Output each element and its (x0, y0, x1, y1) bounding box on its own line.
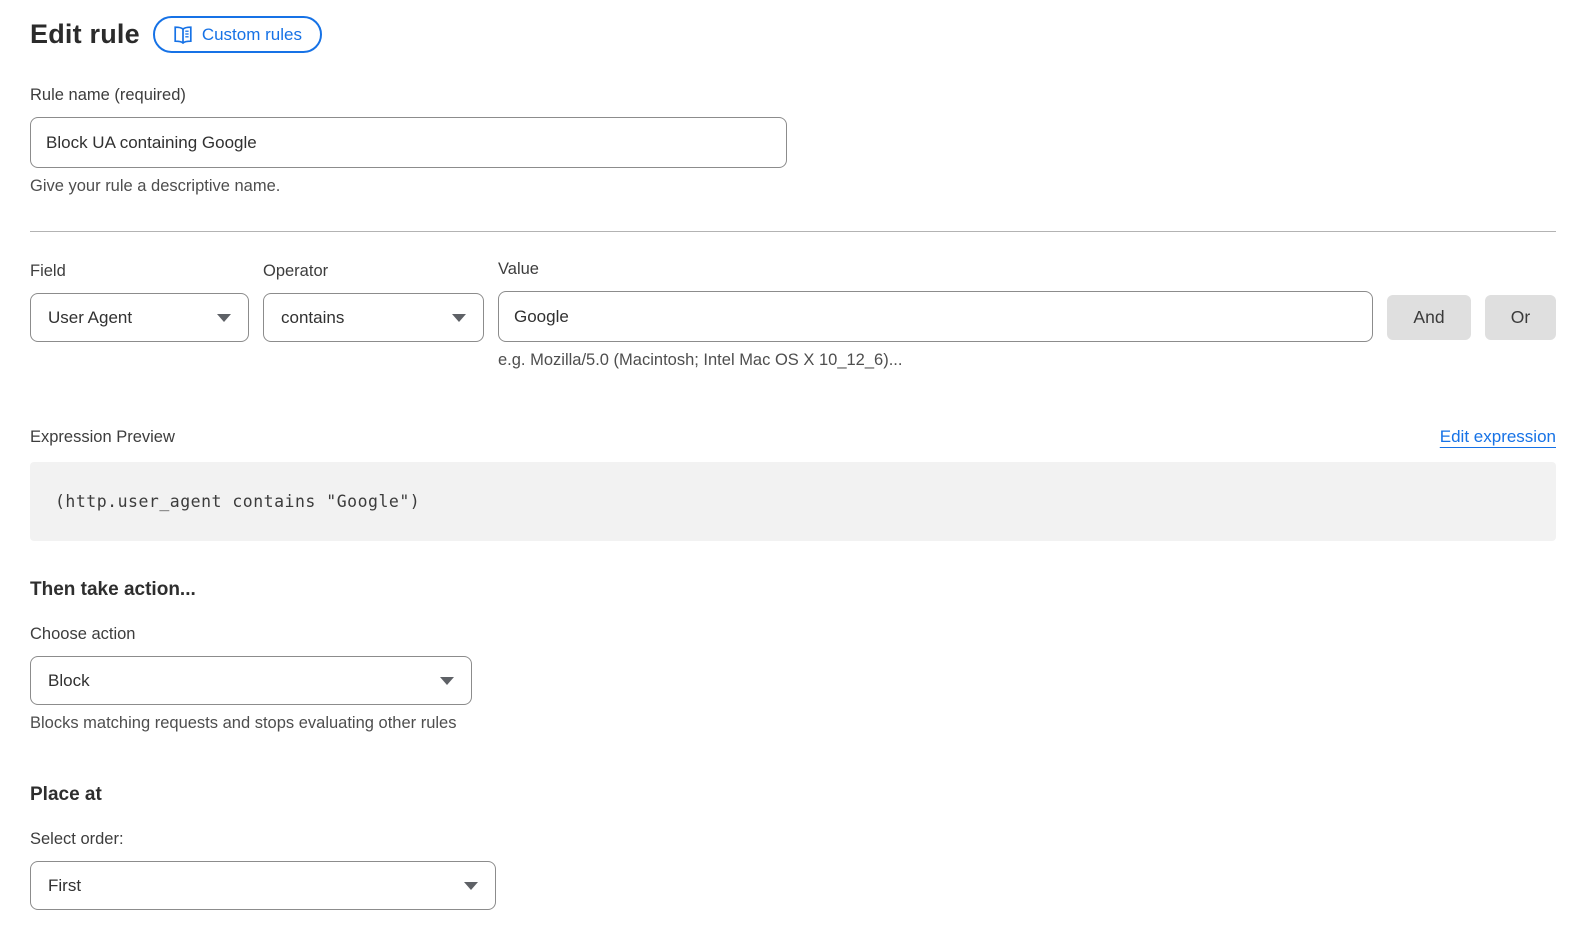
order-select[interactable]: First (30, 861, 496, 910)
field-column: Field User Agent (30, 262, 249, 342)
rule-name-helper: Give your rule a descriptive name. (30, 177, 1556, 196)
custom-rules-button-label: Custom rules (202, 25, 302, 45)
field-select-value: User Agent (48, 308, 132, 328)
value-column: Value (498, 260, 1373, 342)
edit-rule-page: Edit rule Custom rules Rule name (requir… (0, 0, 1587, 952)
expression-preview-label: Expression Preview (30, 428, 175, 447)
action-section: Then take action... Choose action Block … (30, 579, 1556, 733)
action-select[interactable]: Block (30, 656, 472, 705)
operator-label: Operator (263, 262, 484, 281)
action-helper: Blocks matching requests and stops evalu… (30, 714, 1556, 733)
placement-section: Place at Select order: First (30, 784, 1556, 910)
edit-rule-form: Edit rule Custom rules Rule name (requir… (30, 0, 1556, 910)
choose-action-label: Choose action (30, 625, 1556, 644)
section-divider (30, 231, 1556, 232)
select-order-label: Select order: (30, 830, 1556, 849)
place-at-heading: Place at (30, 784, 1556, 806)
edit-expression-link[interactable]: Edit expression (1440, 427, 1556, 447)
caret-down-icon (452, 314, 466, 322)
caret-down-icon (440, 677, 454, 685)
field-label: Field (30, 262, 249, 281)
action-heading: Then take action... (30, 579, 1556, 601)
caret-down-icon (217, 314, 231, 322)
custom-rules-button[interactable]: Custom rules (153, 16, 322, 53)
expression-header: Expression Preview Edit expression (30, 427, 1556, 447)
or-button[interactable]: Or (1485, 295, 1556, 340)
condition-row: Field User Agent Operator contains Value… (30, 260, 1556, 342)
field-select[interactable]: User Agent (30, 293, 249, 342)
rule-name-section: Rule name (required) Give your rule a de… (30, 86, 1556, 196)
operator-select[interactable]: contains (263, 293, 484, 342)
book-icon (173, 26, 193, 44)
caret-down-icon (464, 882, 478, 890)
order-select-value: First (48, 876, 81, 896)
and-button[interactable]: And (1387, 295, 1471, 340)
expression-code: (http.user_agent contains "Google") (55, 492, 420, 511)
rule-name-input[interactable] (30, 117, 787, 168)
value-input[interactable] (498, 291, 1373, 342)
page-title: Edit rule (30, 19, 140, 50)
value-helper: e.g. Mozilla/5.0 (Macintosh; Intel Mac O… (498, 351, 1556, 370)
expression-preview-box: (http.user_agent contains "Google") (30, 462, 1556, 541)
action-select-value: Block (48, 671, 90, 691)
operator-select-value: contains (281, 308, 344, 328)
page-header: Edit rule Custom rules (30, 16, 1556, 53)
rule-name-label: Rule name (required) (30, 86, 1556, 105)
value-label: Value (498, 260, 1373, 279)
operator-column: Operator contains (263, 262, 484, 342)
